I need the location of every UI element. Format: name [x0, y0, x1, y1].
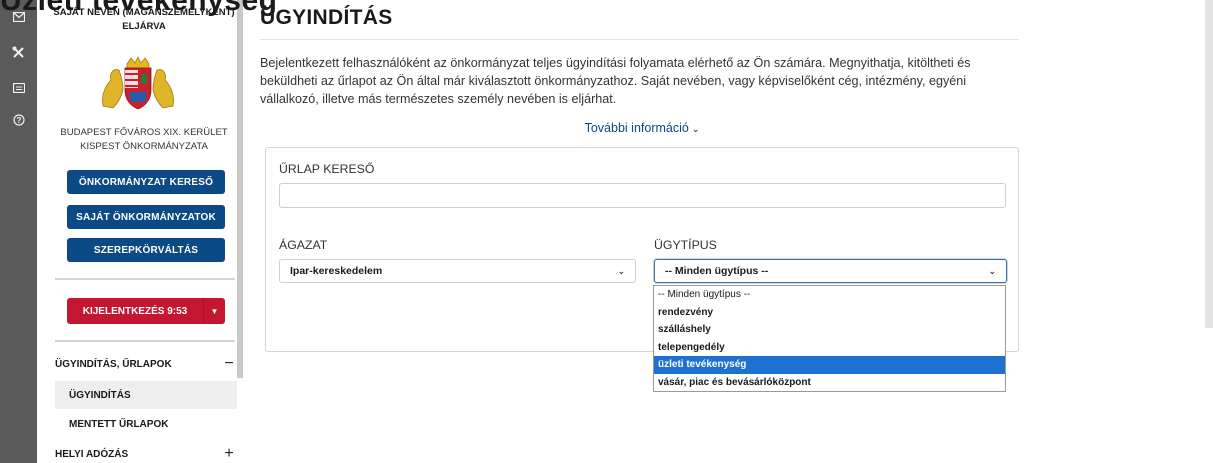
dropdown-option[interactable]: vásár, piac és bevásárlóközpont	[654, 374, 1005, 392]
chevron-down-icon: ⌄	[617, 265, 625, 276]
case-type-select[interactable]: -- Minden ügytípus -- ⌄	[654, 259, 1007, 283]
expand-icon: +	[224, 445, 234, 462]
sector-select-value: Ipar-kereskedelem	[290, 265, 383, 277]
sidebar-divider	[55, 278, 235, 280]
role-switch-button[interactable]: SZEREPKÖRVÁLTÁS	[67, 238, 225, 262]
main-content: ÜGYINDÍTÁS Bejelentkezett felhasználókén…	[260, 0, 1019, 463]
case-type-label: ÜGYTÍPUS	[654, 238, 717, 252]
overlay-title: Üzleti tevékenység	[0, 0, 278, 17]
case-type-dropdown-list: -- Minden ügytípus -- rendezvény szállás…	[653, 285, 1006, 392]
menu-item-label: ÜGYINDÍTÁS	[69, 389, 131, 401]
intro-text: Bejelentkezett felhasználóként az önkorm…	[260, 56, 971, 106]
municipality-name: BUDAPEST FŐVÁROS XIX. KERÜLET KISPEST ÖN…	[60, 127, 228, 152]
menu-section-local-tax[interactable]: HELYI ADÓZÁS +	[55, 440, 237, 463]
menu-section-label: ÜGYINDÍTÁS, ŰRLAPOK	[55, 358, 172, 370]
case-type-select-value: -- Minden ügytípus --	[665, 265, 769, 277]
chevron-down-icon: ⌄	[988, 265, 996, 276]
sidebar-divider	[55, 340, 235, 342]
dropdown-option[interactable]: telepengedély	[654, 339, 1005, 357]
form-search-input[interactable]	[279, 183, 1006, 208]
menu-item-saved-forms[interactable]: MENTETT ŰRLAPOK	[55, 410, 237, 438]
collapse-icon: −	[224, 355, 234, 372]
more-info-label: További információ	[584, 121, 689, 135]
municipality-search-button[interactable]: ÖNKORMÁNYZAT KERESŐ	[67, 170, 225, 194]
dropdown-option[interactable]: -- Minden ügytípus --	[654, 286, 1005, 304]
page-title: ÜGYINDÍTÁS	[260, 6, 393, 29]
menu-section-label: HELYI ADÓZÁS	[55, 448, 129, 460]
help-circle-icon[interactable]: ?	[0, 109, 37, 131]
own-municipalities-button[interactable]: SAJÁT ÖNKORMÁNYZATOK	[67, 205, 225, 229]
more-info-link[interactable]: További információ ⌄	[265, 121, 1019, 135]
title-divider	[260, 39, 1019, 40]
dropdown-option-highlighted[interactable]: üzleti tevékenység	[654, 356, 1005, 374]
dropdown-option[interactable]: szálláshely	[654, 321, 1005, 339]
sector-label: ÁGAZAT	[279, 238, 328, 252]
page-scrollbar[interactable]	[1205, 0, 1213, 328]
svg-text:?: ?	[16, 116, 21, 125]
logout-button[interactable]: KIJELENTKEZÉS 9:53	[67, 298, 203, 324]
logout-dropdown-toggle[interactable]: ▼	[203, 298, 225, 324]
menu-item-case-start[interactable]: ÜGYINDÍTÁS	[55, 381, 237, 409]
tools-icon[interactable]	[0, 41, 37, 63]
sidebar: SAJÁT NÉVEN (MAGÁNSZEMÉLYKÉNT) ELJÁRVA B…	[37, 0, 237, 463]
menu-item-label: MENTETT ŰRLAPOK	[69, 418, 169, 430]
chevron-down-icon: ⌄	[691, 124, 700, 134]
caret-down-icon: ▼	[210, 306, 219, 316]
id-card-icon[interactable]	[0, 77, 37, 99]
menu-section-case-forms[interactable]: ÜGYINDÍTÁS, ŰRLAPOK −	[55, 350, 237, 378]
coat-of-arms-logo	[102, 56, 174, 110]
dropdown-option[interactable]: rendezvény	[654, 304, 1005, 322]
icon-rail: ?	[0, 0, 37, 463]
sidebar-scrollbar[interactable]	[237, 0, 243, 378]
logout-button-group: KIJELENTKEZÉS 9:53 ▼	[67, 298, 225, 324]
form-search-label: ŰRLAP KERESŐ	[279, 162, 375, 176]
sector-select[interactable]: Ipar-kereskedelem ⌄	[279, 259, 636, 283]
